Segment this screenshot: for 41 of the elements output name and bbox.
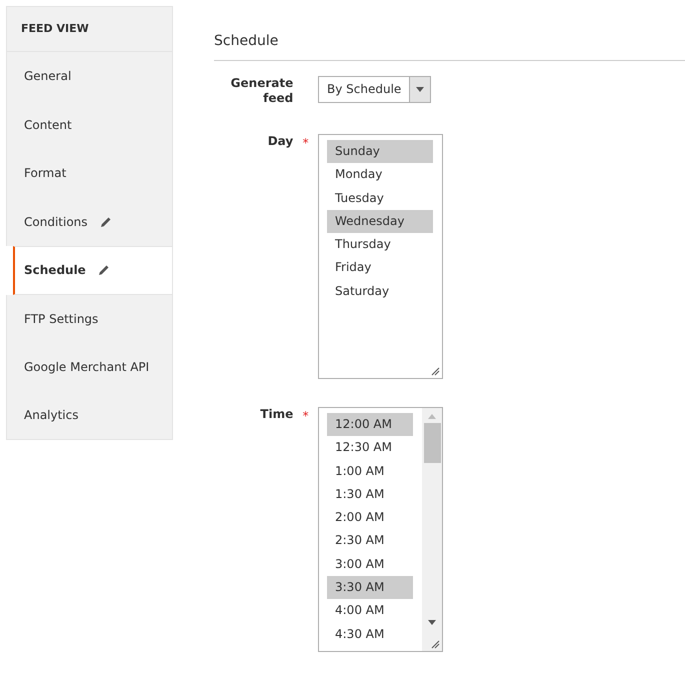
list-option[interactable]: Saturday	[327, 280, 433, 304]
sidebar-title: FEED VIEW	[21, 20, 89, 37]
dropdown-select[interactable]: By Schedule	[318, 76, 431, 103]
list-option[interactable]: 4:30 AM	[327, 622, 413, 646]
multiselect-list[interactable]: Sunday Monday Tuesday Wednesday Thursday Friday Saturday	[318, 134, 443, 379]
field-label: Day	[266, 134, 294, 149]
list-option[interactable]: Wednesday	[327, 210, 433, 234]
sidebar-item[interactable]: General	[6, 52, 173, 100]
list-option[interactable]: Friday	[327, 256, 433, 280]
caret-icon	[416, 87, 424, 92]
required-asterisk: *	[302, 408, 309, 425]
field-label: Generate feed	[230, 76, 294, 106]
sidebar-item[interactable]: Google Merchant API	[6, 343, 173, 392]
multiselect-list[interactable]: 12:00 AM 12:30 AM 1:00 AM 1:30 AM 2:00 AM 2:30 AM 3:00 AM 3:30 AM 4:00 AM 4:30 AM	[318, 407, 443, 652]
list-option[interactable]: 2:30 AM	[327, 529, 413, 553]
list-option[interactable]: 3:00 AM	[327, 552, 413, 576]
list-option[interactable]: 4:00 AM	[327, 599, 413, 623]
list-option[interactable]: Monday	[327, 163, 433, 187]
sidebar-item[interactable]: FTP Settings	[6, 294, 173, 343]
scroll-down-icon[interactable]	[428, 620, 436, 625]
list-option[interactable]: Tuesday	[327, 186, 433, 210]
list-option[interactable]: Sunday	[327, 140, 433, 164]
list-option[interactable]: 1:00 AM	[327, 460, 413, 483]
list-option[interactable]: 12:00 AM	[327, 413, 413, 436]
scroll-thumb[interactable]	[424, 423, 440, 463]
list-option[interactable]: Thursday	[327, 233, 433, 256]
section-title: Schedule	[214, 31, 685, 61]
list-option[interactable]: 3:30 AM	[327, 576, 413, 600]
sidebar-item[interactable]: Conditions	[6, 198, 173, 246]
resize-handle-icon[interactable]	[431, 367, 440, 376]
list-option[interactable]: 2:00 AM	[327, 506, 413, 530]
list-option[interactable]: 12:30 AM	[327, 436, 413, 460]
sidebar-item[interactable]: Schedule	[13, 246, 173, 294]
scrollbar[interactable]	[422, 408, 442, 651]
sidebar-item[interactable]: Content	[6, 100, 173, 149]
resize-handle-icon[interactable]	[431, 640, 440, 649]
sidebar-item[interactable]: Format	[6, 149, 173, 198]
sidebar-item[interactable]: Analytics	[6, 392, 173, 440]
list-option[interactable]: 1:30 AM	[327, 482, 413, 506]
required-asterisk: *	[302, 135, 309, 152]
field-label: Time	[259, 407, 294, 422]
